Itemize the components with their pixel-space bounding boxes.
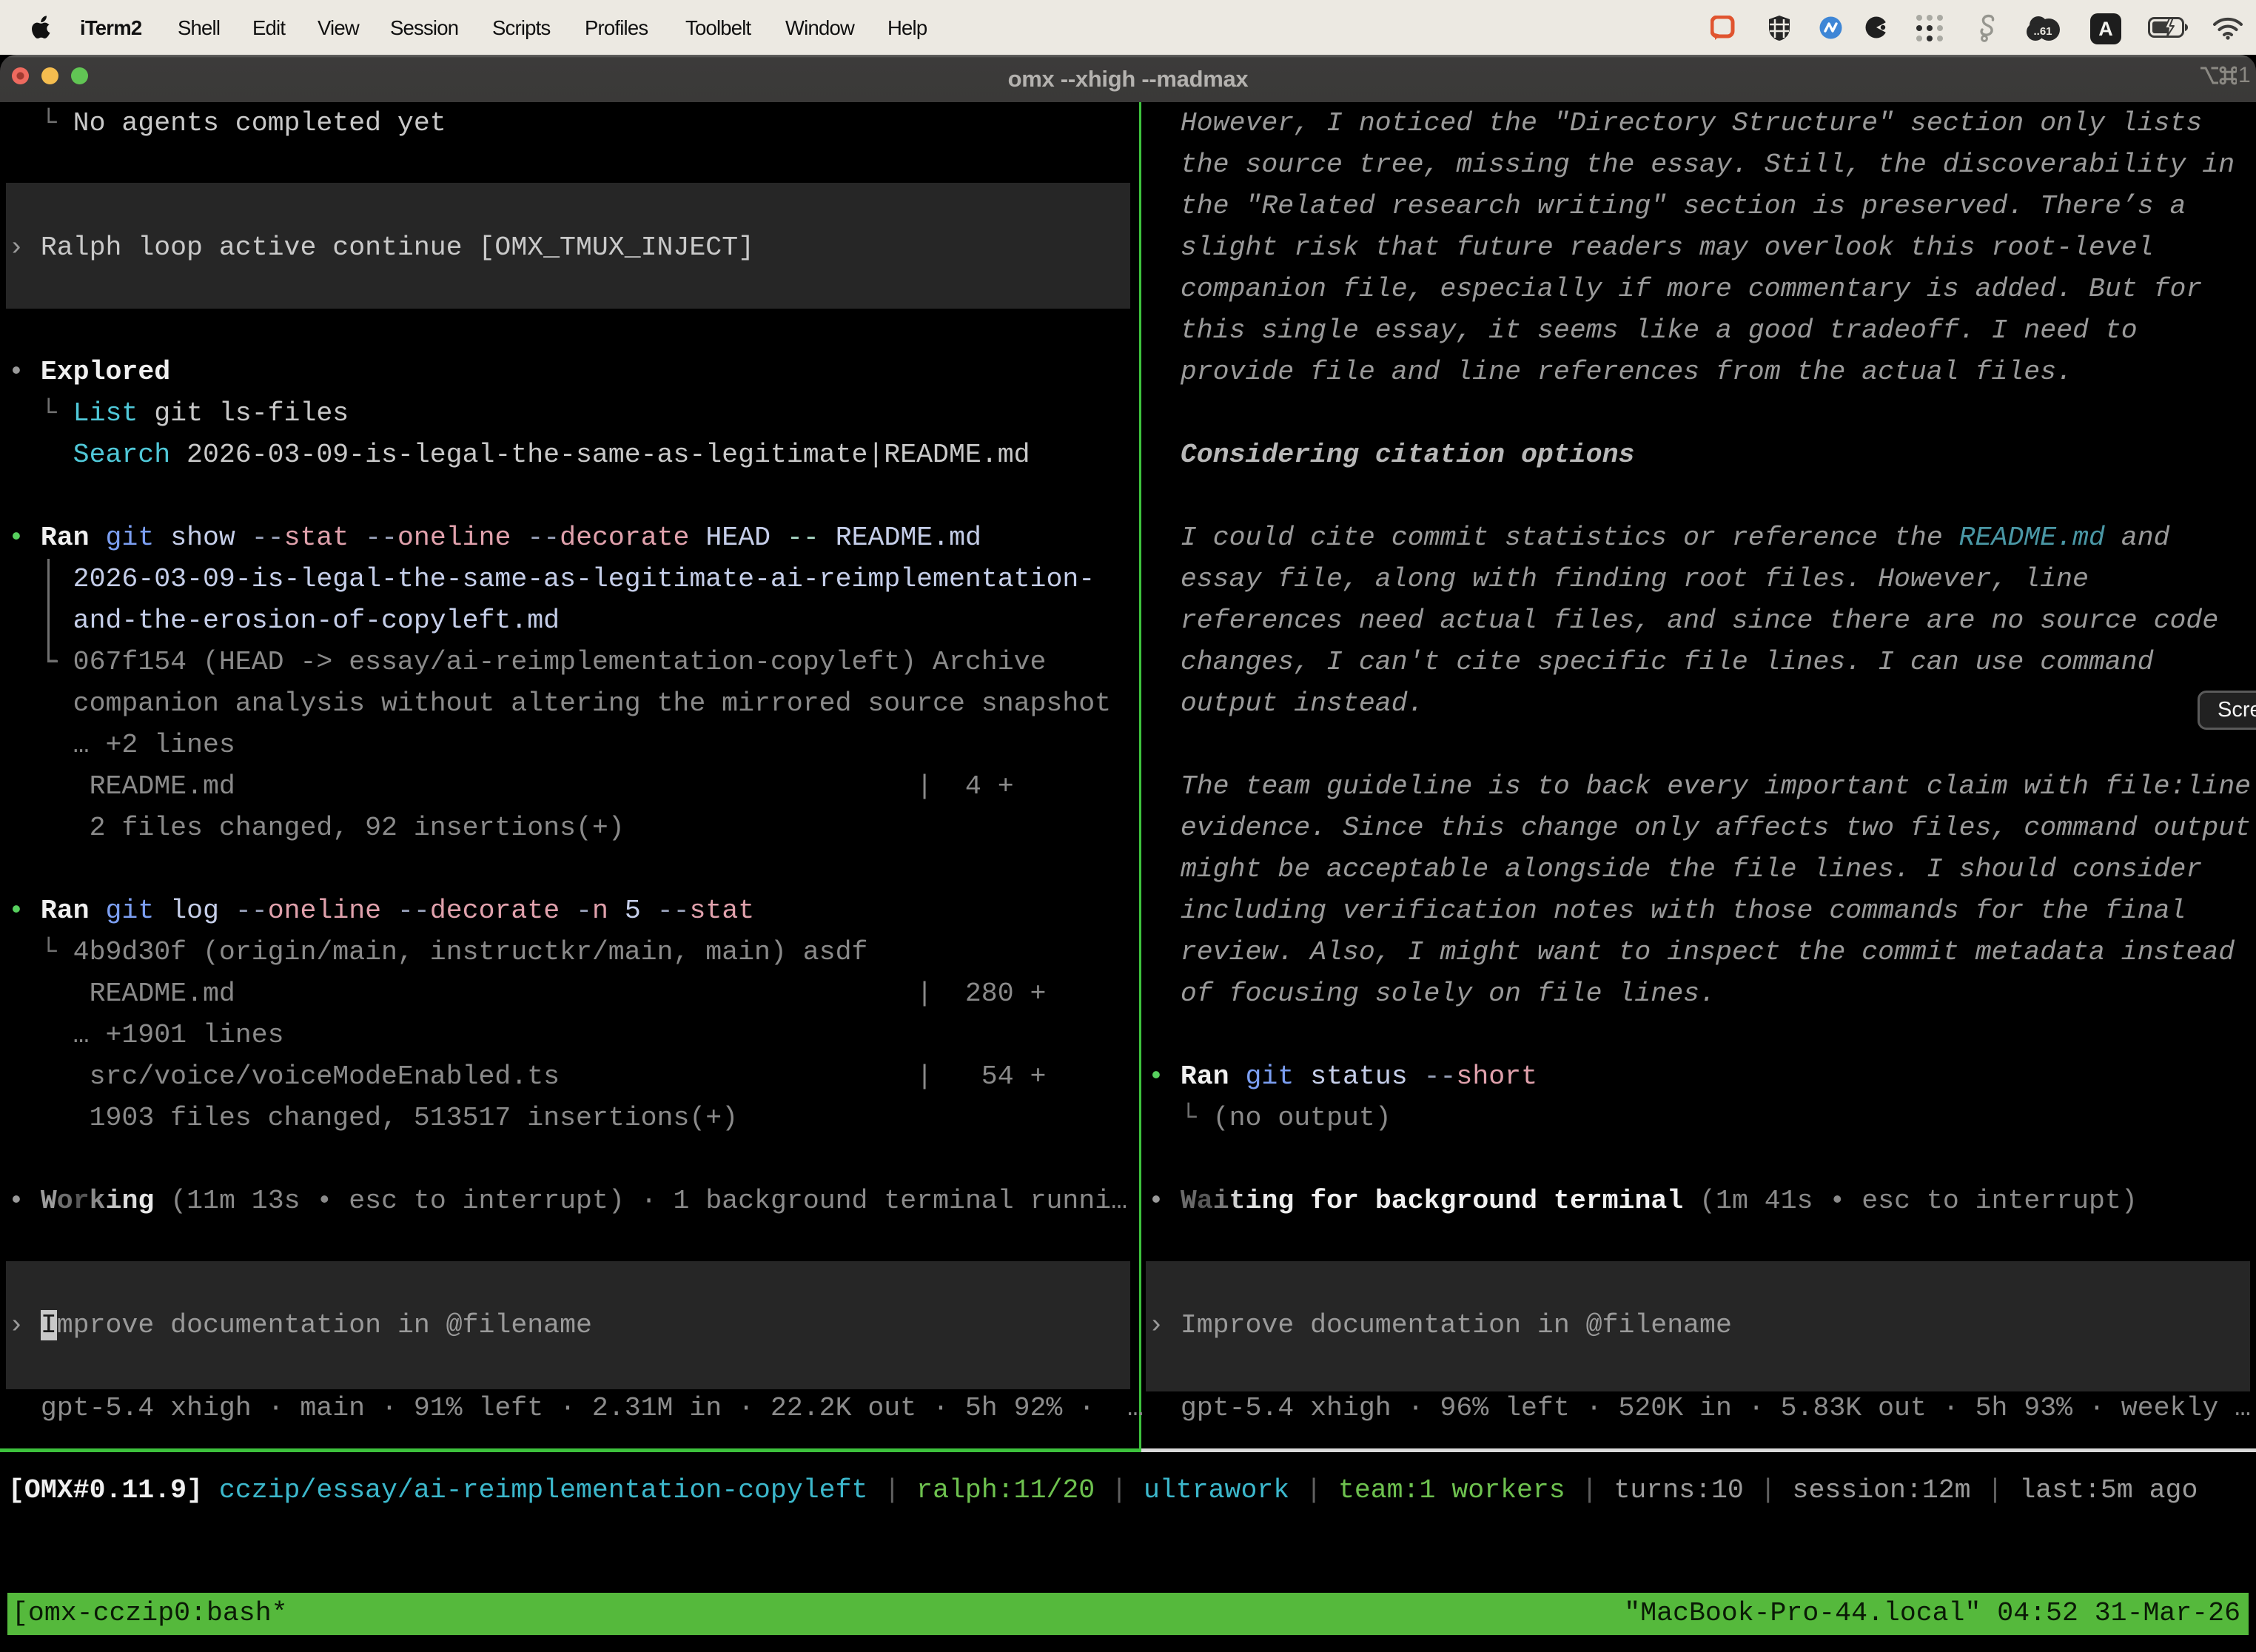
svg-text:..61: ..61	[2033, 25, 2052, 38]
svg-text:A: A	[2098, 18, 2113, 40]
